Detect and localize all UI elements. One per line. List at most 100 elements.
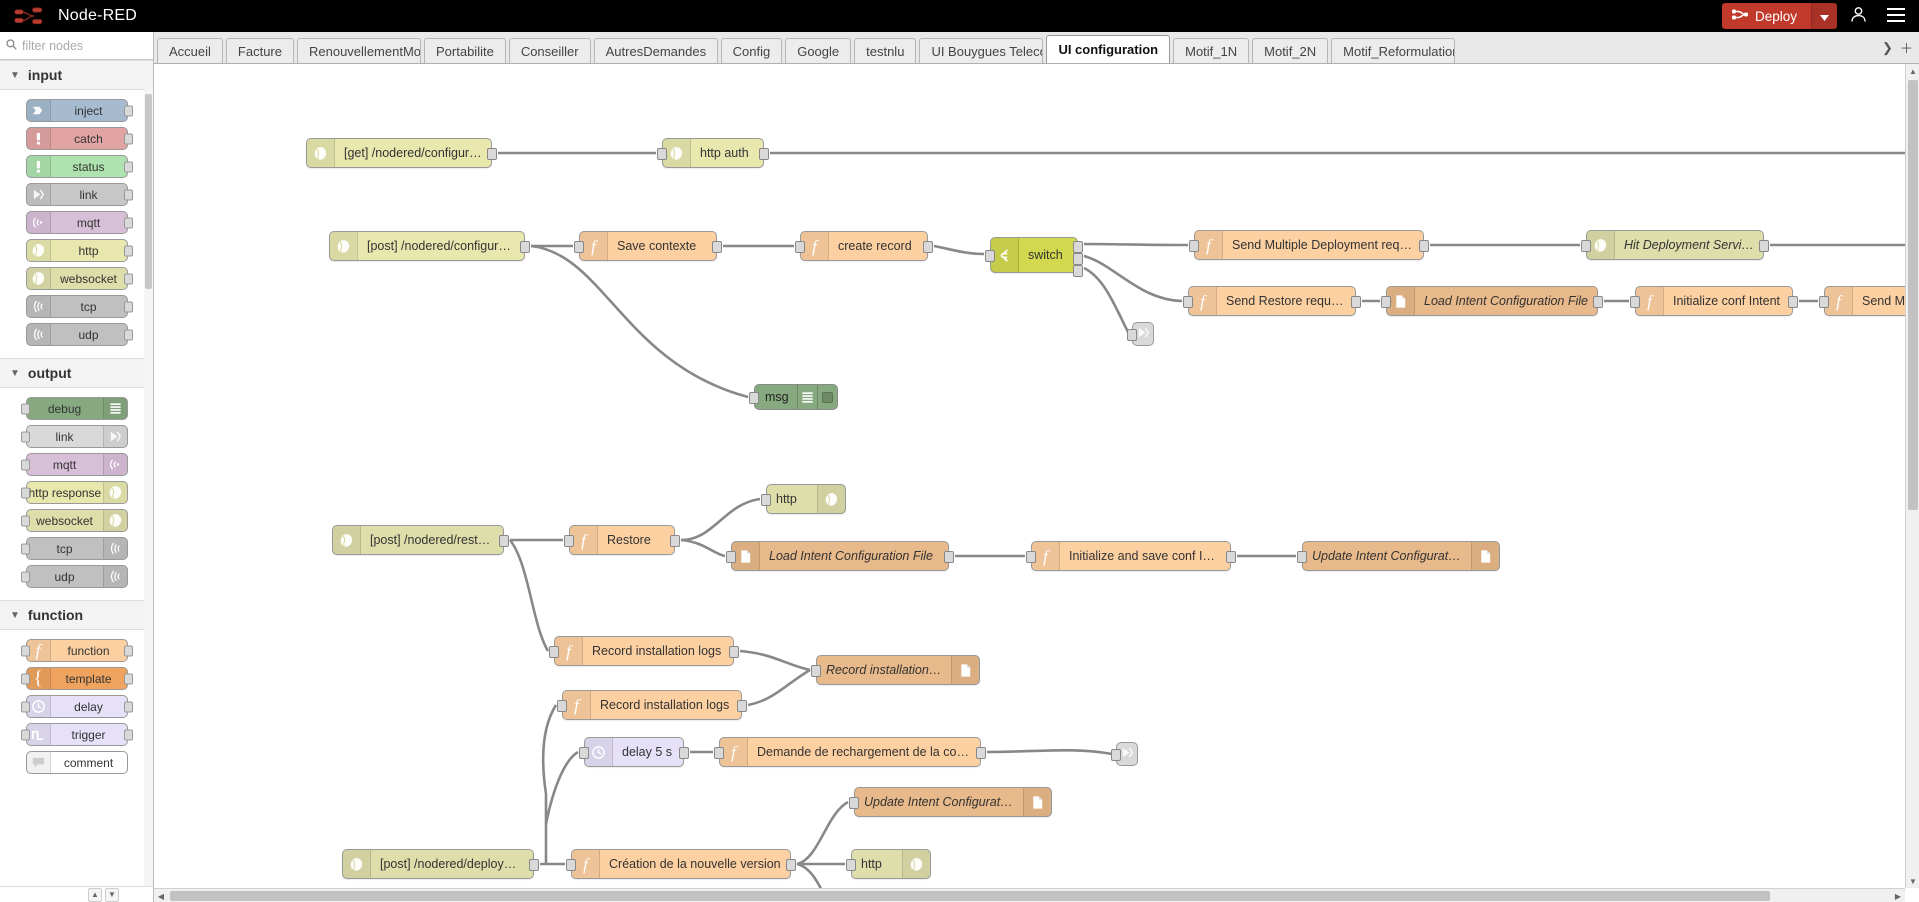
flow-node-http-resp-1[interactable]: http [761,484,846,514]
node-output-port[interactable] [737,700,747,712]
node-input-port[interactable] [726,551,736,563]
flow-tab-motif_reformulation[interactable]: Motif_Reformulation [1331,38,1456,63]
scroll-right-arrow[interactable]: ▶ [1891,889,1905,902]
node-output-port[interactable] [529,859,539,871]
node-output-port[interactable] [712,241,722,253]
node-output-port[interactable] [520,241,530,253]
deploy-button[interactable]: Deploy [1721,3,1811,29]
palette-node-comment[interactable]: comment [25,751,128,774]
node-output-port[interactable] [1788,296,1798,308]
node-input-port[interactable] [566,859,576,871]
palette-category-output[interactable]: ▼ output [0,358,153,388]
flow-node-creation-version[interactable]: f Création de la nouvelle version [566,849,796,879]
debug-toggle-icon[interactable] [816,385,837,409]
flow-node-post-restore[interactable]: [post] /nodered/restore [332,525,509,555]
node-output-port[interactable] [923,241,933,253]
node-output-port[interactable] [944,551,954,563]
canvas-hscroll-thumb[interactable] [170,891,1770,901]
flow-node-create-record[interactable]: f create record [795,231,933,261]
flow-tab-renouvellementmob[interactable]: RenouvellementMob [297,38,421,63]
canvas-vscroll-thumb[interactable] [1908,80,1918,510]
palette-node-mqtt[interactable]: mqtt [20,453,128,476]
flow-tab-ui-bouygues-telecom[interactable]: UI Bouygues Telecom [919,38,1044,63]
canvas-vertical-scrollbar[interactable]: ▲ ▼ [1905,64,1919,888]
flow-tab-accueil[interactable]: Accueil [157,38,223,63]
flow-node-http-resp-2[interactable]: http [846,849,931,879]
flow-node-init-save-intent[interactable]: f Initialize and save conf Intent [1026,541,1236,571]
node-input-port[interactable] [795,241,805,253]
flow-node-restore-fn[interactable]: f Restore [564,525,680,555]
palette-node-tcp[interactable]: tcp [20,537,128,560]
node-input-port[interactable] [1630,296,1640,308]
palette-category-function[interactable]: ▼ function [0,600,153,630]
node-input-port[interactable] [1581,240,1591,252]
node-input-port[interactable] [1026,551,1036,563]
palette-node-http-response[interactable]: http response [20,481,128,504]
node-output-port[interactable] [729,646,739,658]
node-output-port-1[interactable] [1073,241,1083,253]
flow-tab-motif_2n[interactable]: Motif_2N [1252,38,1329,63]
node-output-port[interactable] [759,148,769,160]
flow-tab-config[interactable]: Config [720,38,783,63]
flow-tab-autresdemandes[interactable]: AutresDemandes [593,38,718,63]
flow-tab-ui-configuration[interactable]: UI configuration [1046,35,1171,63]
flow-node-http-auth[interactable]: http auth [657,138,769,168]
canvas-horizontal-scrollbar[interactable]: ◀ ▶ [154,888,1905,902]
flow-canvas-container[interactable]: [get] /nodered/configuration http auth [po… [154,64,1919,902]
flow-node-update-intent-1[interactable]: Update Intent Configuration [1297,541,1500,571]
node-input-port[interactable] [714,747,724,759]
node-input-port[interactable] [849,797,859,809]
node-output-port[interactable] [1226,551,1236,563]
node-output-port[interactable] [1351,296,1361,308]
flow-canvas[interactable]: [get] /nodered/configuration http auth [po… [154,64,1919,902]
flow-node-update-intent-2[interactable]: Update Intent Configuration [849,787,1052,817]
flow-node-link-stub-2[interactable] [1111,742,1138,766]
flow-node-record-logs-1[interactable]: f Record installation logs [549,636,739,666]
palette-node-status[interactable]: status [25,155,133,178]
user-menu-button[interactable] [1841,1,1875,31]
deploy-options-button[interactable] [1811,3,1837,29]
palette-node-websocket[interactable]: websocket [25,267,133,290]
flow-node-get-config[interactable]: [get] /nodered/configuration [306,138,497,168]
palette-node-link[interactable]: link [25,183,133,206]
palette-node-websocket[interactable]: websocket [20,509,128,532]
palette-node-function[interactable]: f function [20,639,133,662]
flow-node-save-contexte[interactable]: f Save contexte [574,231,722,261]
node-input-port[interactable] [761,494,771,506]
node-output-port[interactable] [786,859,796,871]
node-input-port[interactable] [1111,749,1121,761]
flow-node-record-log-file[interactable]: Record installation log [811,655,980,685]
palette-node-trigger[interactable]: trigger [20,723,133,746]
node-input-port[interactable] [1127,329,1137,341]
palette-node-udp[interactable]: udp [25,323,133,346]
flow-node-msg-debug[interactable]: msg [749,384,838,410]
flow-node-delay-5s[interactable]: delay 5 s [579,737,689,767]
node-input-port[interactable] [564,535,574,547]
flow-tab-testnlu[interactable]: testnlu [854,38,917,63]
palette-node-catch[interactable]: catch [25,127,133,150]
flow-node-load-intent-1[interactable]: Load Intent Configuration File [1381,286,1603,316]
add-flow-tab-button[interactable]: ＋ [1898,35,1915,61]
node-input-port[interactable] [1297,551,1307,563]
palette-node-udp[interactable]: udp [20,565,128,588]
flow-node-hit-deploy-service[interactable]: Hit Deployment Service [1581,230,1769,260]
scroll-down-arrow[interactable]: ▼ [1906,874,1919,888]
palette-scrollbar-thumb[interactable] [145,94,152,289]
node-input-port[interactable] [1189,240,1199,252]
flow-tab-google[interactable]: Google [785,38,852,63]
palette-scroll-area[interactable]: ▼ input inject catch status link mqtt http webso… [0,60,153,886]
flow-node-record-logs-2[interactable]: f Record installation logs [557,690,747,720]
flow-node-demande-recharge[interactable]: f Demande de rechargement de la config [714,737,986,767]
flow-tab-conseiller[interactable]: Conseiller [508,38,591,63]
node-output-port[interactable] [976,747,986,759]
node-input-port[interactable] [1381,296,1391,308]
tab-scroll-right-button[interactable]: ❯ [1879,35,1896,61]
main-menu-button[interactable] [1879,1,1913,31]
palette-node-mqtt[interactable]: mqtt [25,211,133,234]
node-output-port-2[interactable] [1073,253,1083,265]
node-output-port[interactable] [679,747,689,759]
flow-node-send-restore-req[interactable]: f Send Restore request [1183,286,1361,316]
palette-category-input[interactable]: ▼ input [0,60,153,90]
palette-node-debug[interactable]: debug [20,397,128,420]
flow-node-post-config[interactable]: [post] /nodered/configuration [329,231,530,261]
